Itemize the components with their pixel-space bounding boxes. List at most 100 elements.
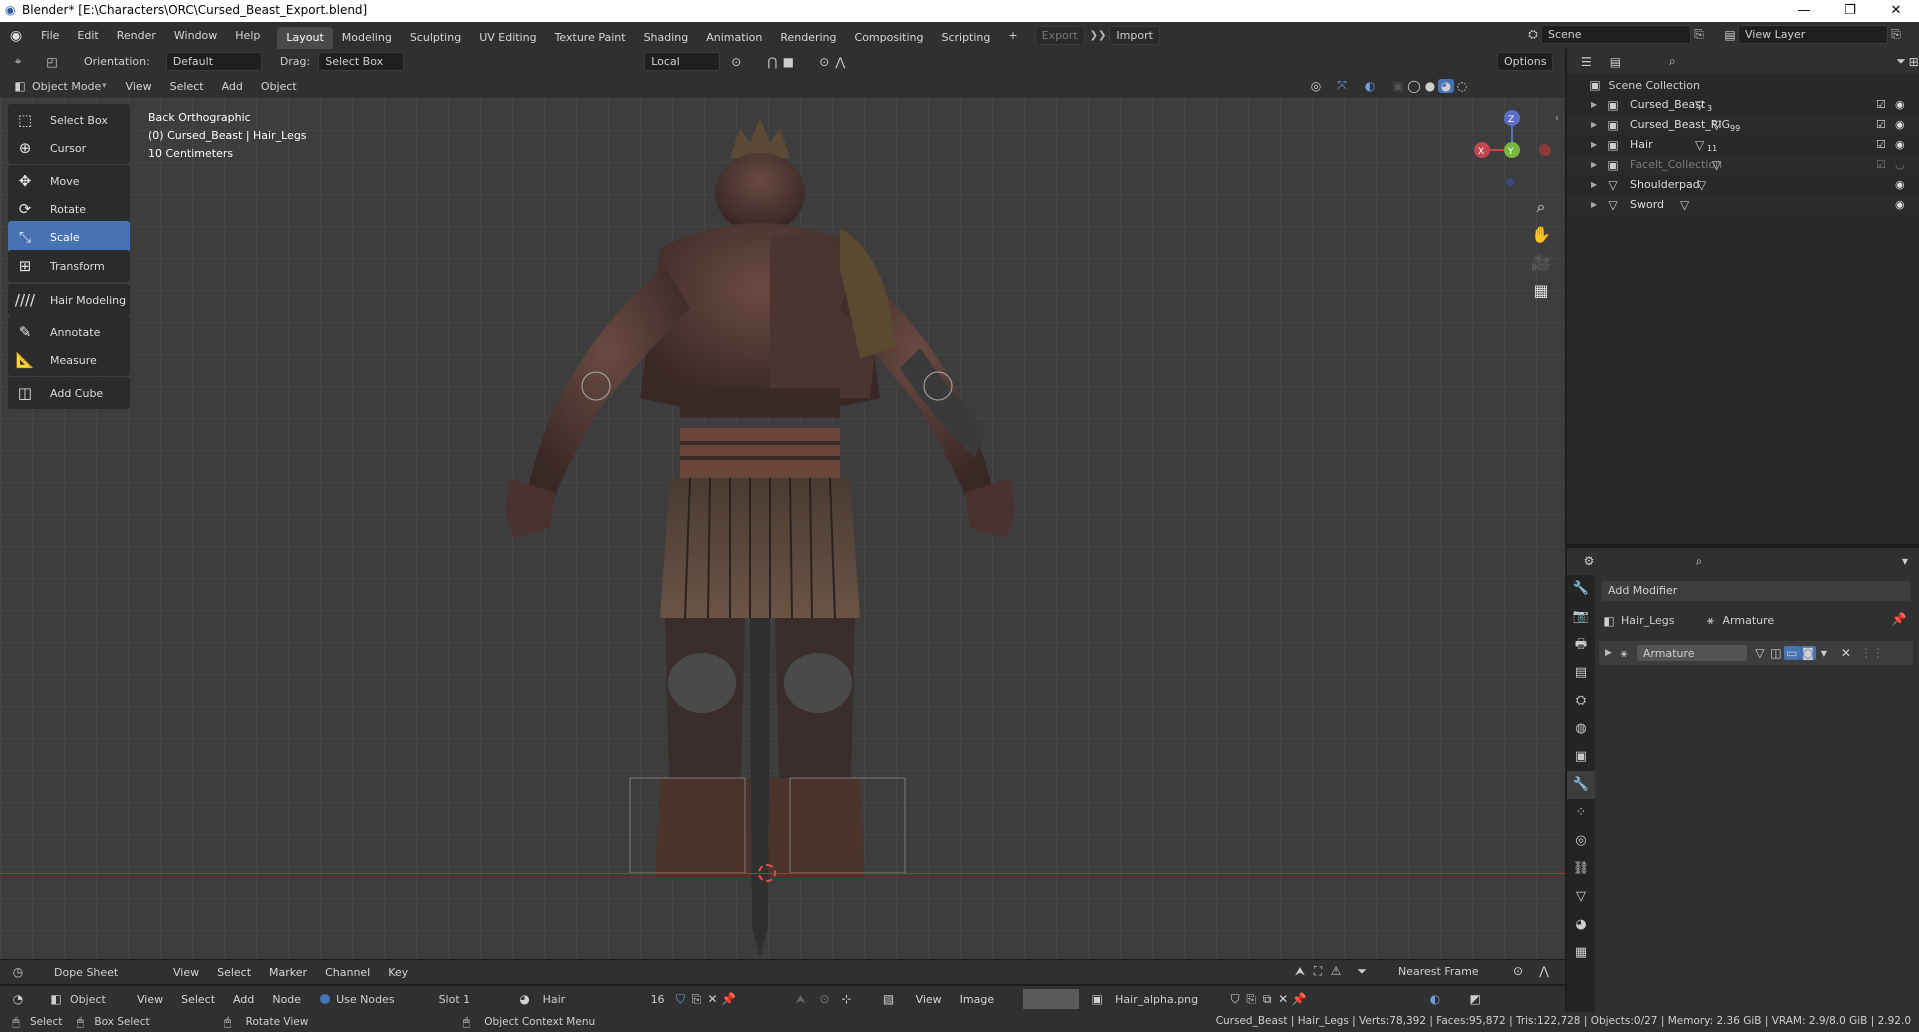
- display-channels-icon[interactable]: ◩: [1467, 992, 1483, 1006]
- close-button[interactable]: ✕: [1873, 0, 1919, 22]
- dope-sheet-mode[interactable]: Dope Sheet: [54, 966, 164, 979]
- duplicate-icon[interactable]: ⎘: [689, 992, 705, 1007]
- viewport-menu-object[interactable]: Object: [252, 73, 306, 100]
- filter-icon[interactable]: ⏷: [1354, 964, 1370, 979]
- tab-uv-editing[interactable]: UV Editing: [470, 27, 545, 49]
- display-mode-icon[interactable]: ▤: [1610, 55, 1621, 69]
- data-tab-icon[interactable]: ▽: [1567, 883, 1595, 911]
- editor-type-icon[interactable]: ◷: [10, 965, 26, 979]
- remove-modifier-icon[interactable]: ✕: [1838, 646, 1854, 660]
- drag-handle-icon[interactable]: ⋮⋮: [1860, 646, 1884, 660]
- eye-icon[interactable]: ◉: [1895, 195, 1905, 215]
- snap-mode-dropdown[interactable]: Nearest Frame: [1398, 965, 1479, 978]
- xray-icon[interactable]: ▣: [1390, 79, 1406, 93]
- outliner-item-facelt-collection[interactable]: ▶ ▣ Facelt_Collection ▽ ☑ ◡: [1567, 155, 1919, 175]
- image-menu-image[interactable]: Image: [951, 986, 1003, 1013]
- material-name[interactable]: Hair: [543, 993, 651, 1006]
- copy-icon[interactable]: ⎘: [1691, 27, 1707, 42]
- navigation-gizmo[interactable]: Z Y X: [1465, 98, 1565, 178]
- new-image-icon[interactable]: ⧉: [1259, 992, 1275, 1007]
- outliner-item-cursed-beast[interactable]: ▶ ▣ Cursed_Beast ▽ 3 ☑ ◉: [1567, 95, 1919, 115]
- eye-icon[interactable]: ◡: [1895, 155, 1905, 175]
- image-menu-view[interactable]: View: [907, 986, 951, 1013]
- chevron-down-icon[interactable]: ▾: [1816, 646, 1832, 660]
- pan-hand-icon[interactable]: ✋: [1528, 222, 1554, 248]
- view-layer-field[interactable]: View Layer: [1738, 25, 1888, 44]
- expand-arrow-icon[interactable]: ▶: [1605, 648, 1612, 658]
- particles-tab-icon[interactable]: ⁘: [1567, 799, 1595, 827]
- 3d-viewport[interactable]: ⬚ Select Box ⊕ Cursor ✥ Move ⟳ Rotate ⤡ Scale ⊞ Tra…: [0, 98, 1565, 959]
- pin-icon[interactable]: 📌: [1291, 992, 1307, 1006]
- scene-collection-row[interactable]: ▣ Scene Collection: [1567, 75, 1919, 95]
- unlink-icon[interactable]: ✕: [705, 992, 721, 1006]
- scene-field[interactable]: Scene: [1541, 25, 1691, 44]
- tab-rendering[interactable]: Rendering: [771, 27, 845, 49]
- tool-tab-icon[interactable]: 🔧: [1567, 575, 1595, 603]
- tab-sculpting[interactable]: Sculpting: [401, 27, 470, 49]
- search-icon[interactable]: ⌕: [1691, 554, 1707, 569]
- tool-hair-modeling[interactable]: //// Hair Modeling: [8, 284, 130, 316]
- expand-arrow-icon[interactable]: ▶: [1591, 95, 1597, 115]
- tool-icon[interactable]: ◰: [44, 55, 60, 69]
- view-layer-selector[interactable]: ▤ View Layer ⎘: [1722, 25, 1904, 44]
- modifier-tab-icon[interactable]: 🔧: [1567, 771, 1595, 799]
- grid-view-icon[interactable]: ▦: [1528, 278, 1554, 304]
- node-tree-type[interactable]: Object: [70, 993, 128, 1006]
- overlay-icon[interactable]: ◐: [1427, 992, 1443, 1006]
- sidebar-toggle-icon[interactable]: ‹: [1555, 113, 1559, 124]
- tab-scripting[interactable]: Scripting: [932, 27, 999, 49]
- dope-menu-select[interactable]: Select: [208, 959, 260, 986]
- tool-scale[interactable]: ⤡ Scale: [8, 221, 130, 253]
- outliner-item-hair[interactable]: ▶ ▣ Hair ▽ 11 ☑ ◉: [1567, 135, 1919, 155]
- viewport-display-icon[interactable]: ▭: [1783, 646, 1800, 660]
- filter-icon[interactable]: ⏷: [1896, 54, 1907, 69]
- fake-user-icon[interactable]: ⛉: [673, 992, 689, 1007]
- use-nodes-checkbox[interactable]: [320, 994, 331, 1004]
- tool-measure[interactable]: 📐 Measure: [8, 344, 130, 376]
- import-button[interactable]: Import: [1109, 26, 1160, 45]
- tab-layout[interactable]: Layout: [277, 26, 333, 49]
- node-menu-node[interactable]: Node: [263, 986, 310, 1013]
- warning-icon[interactable]: ⚠: [1328, 964, 1344, 978]
- expand-arrow-icon[interactable]: ▶: [1591, 115, 1597, 135]
- dope-menu-marker[interactable]: Marker: [260, 959, 316, 986]
- editor-type-icon[interactable]: ☰: [1581, 55, 1592, 69]
- fake-user-icon[interactable]: ⛉: [1227, 992, 1243, 1007]
- tab-texture-paint[interactable]: Texture Paint: [546, 27, 635, 49]
- editor-type-icon[interactable]: ⚙: [1581, 554, 1597, 568]
- menu-help[interactable]: Help: [226, 22, 269, 49]
- view-layer-tab-icon[interactable]: ▤: [1567, 659, 1595, 687]
- export-button[interactable]: Export: [1034, 26, 1085, 45]
- eye-icon[interactable]: ◉: [1895, 115, 1905, 135]
- pin-icon[interactable]: 📌: [721, 992, 737, 1006]
- physics-tab-icon[interactable]: ◎: [1567, 827, 1595, 855]
- outliner-item-cursed-beast-rig[interactable]: ▶ ▣ Cursed_Beast_RIG ▽ 99 ☑ ◉: [1567, 115, 1919, 135]
- solid-shading-icon[interactable]: ●: [1422, 79, 1438, 93]
- tab-shading[interactable]: Shading: [635, 27, 698, 49]
- node-menu-add[interactable]: Add: [224, 986, 263, 1013]
- proportional-icon[interactable]: ⊙: [1510, 964, 1526, 978]
- menu-edit[interactable]: Edit: [68, 22, 107, 49]
- overlays-icon[interactable]: ◐: [1362, 79, 1378, 93]
- eye-icon[interactable]: ◉: [1895, 95, 1905, 115]
- scene-tab-icon[interactable]: ⛭: [1567, 687, 1595, 715]
- viewport-menu-select[interactable]: Select: [161, 73, 213, 100]
- copy-icon[interactable]: ⎘: [1888, 27, 1904, 42]
- image-editor-icon[interactable]: ▧: [881, 992, 897, 1006]
- add-workspace-button[interactable]: +: [999, 22, 1026, 49]
- dope-menu-key[interactable]: Key: [379, 959, 417, 986]
- expand-arrow-icon[interactable]: ▶: [1591, 195, 1597, 215]
- new-collection-icon[interactable]: ⊞: [1908, 55, 1919, 69]
- checkbox-icon[interactable]: ☑: [1876, 95, 1886, 115]
- dope-menu-view[interactable]: View: [164, 959, 208, 986]
- snap-node-icon[interactable]: ⊹: [839, 992, 855, 1006]
- snap-target-icon[interactable]: ■: [780, 55, 796, 69]
- tool-transform[interactable]: ⊞ Transform: [8, 250, 130, 282]
- texture-tab-icon[interactable]: ▦: [1567, 939, 1595, 967]
- falloff-icon[interactable]: ⋀: [832, 55, 848, 69]
- unlink-icon[interactable]: ✕: [1275, 992, 1291, 1006]
- editor-type-icon[interactable]: ◔: [10, 992, 26, 1006]
- zoom-icon[interactable]: ⌕: [1528, 194, 1554, 220]
- node-menu-view[interactable]: View: [128, 986, 172, 1013]
- tool-cursor[interactable]: ⊕ Cursor: [8, 132, 130, 164]
